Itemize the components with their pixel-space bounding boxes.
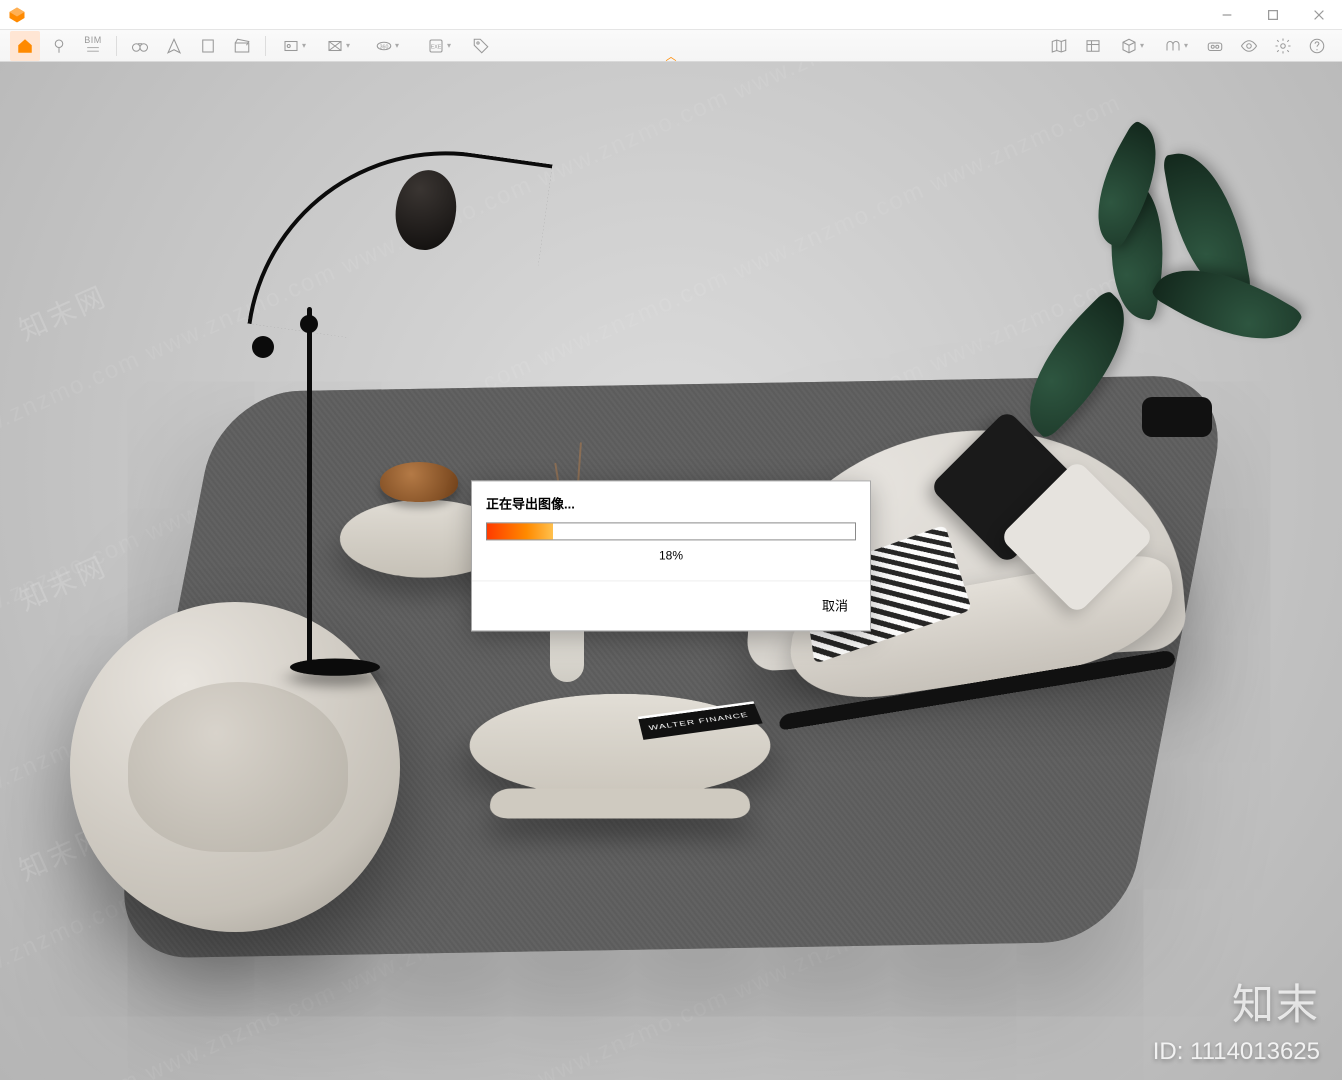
window-close-button[interactable] — [1296, 0, 1342, 30]
arches-icon — [1164, 37, 1182, 55]
progress-bar — [486, 522, 856, 540]
tag-icon — [472, 37, 490, 55]
chevron-down-icon: ▾ — [447, 41, 451, 50]
chevron-down-icon: ▾ — [302, 41, 306, 50]
map-button[interactable] — [1044, 31, 1074, 61]
help-button[interactable] — [1302, 31, 1332, 61]
compass-icon — [165, 37, 183, 55]
scene-armchair — [70, 602, 400, 932]
compass-button[interactable] — [159, 31, 189, 61]
scene-lamp-counterweight — [252, 336, 274, 358]
scene-lamp-joint — [300, 315, 318, 333]
home-button[interactable] — [10, 31, 40, 61]
binoculars-icon — [131, 37, 149, 55]
model-a-icon — [282, 37, 300, 55]
progress-percent-label: 18% — [472, 548, 870, 562]
help-icon — [1308, 37, 1326, 55]
scene-lamp-base — [289, 659, 381, 676]
bim-button[interactable]: BIM — [78, 31, 108, 61]
window-titlebar — [0, 0, 1342, 30]
model-a-button[interactable]: ▾ — [274, 31, 314, 61]
chevron-down-icon: ▾ — [395, 41, 399, 50]
watermark-brand: 知末 — [1232, 971, 1320, 1032]
vr-button[interactable] — [1200, 31, 1230, 61]
pin-icon — [50, 37, 68, 55]
scene-lamp-arm — [247, 125, 552, 362]
exe-button[interactable]: EXE ▾ — [416, 31, 462, 61]
tag-button[interactable] — [466, 31, 496, 61]
scene-bowl — [380, 462, 458, 502]
main-toolbar: BIM ▾ ▾ 360 ▾ EXE — [0, 30, 1342, 62]
settings-button[interactable] — [1268, 31, 1298, 61]
vr-headset-icon — [1206, 37, 1224, 55]
svg-text:360: 360 — [380, 44, 389, 50]
toolbar-separator — [265, 36, 266, 56]
bim-icon — [86, 43, 100, 57]
scene-plant-pot — [1142, 397, 1212, 437]
map-icon — [1050, 37, 1068, 55]
pano-360-button[interactable]: 360 ▾ — [362, 31, 412, 61]
app-logo-icon — [8, 6, 26, 24]
render-viewport[interactable]: www.znzmo.com www.znzmo.com www.znzmo.co… — [0, 62, 1342, 1080]
toolbar-left-group: BIM ▾ ▾ 360 ▾ EXE — [10, 31, 496, 61]
export-progress-dialog: 正在导出图像... 18% 取消 — [471, 480, 871, 631]
toolbar-separator — [116, 36, 117, 56]
clapper-icon — [233, 37, 251, 55]
layers-button[interactable] — [1078, 31, 1108, 61]
dialog-title: 正在导出图像... — [472, 481, 870, 522]
settings-gear-icon — [1274, 37, 1292, 55]
watermark-corner: 知末网 — [12, 275, 113, 349]
clapper-button[interactable] — [227, 31, 257, 61]
model-b-icon — [326, 37, 344, 55]
home-icon — [16, 37, 34, 55]
scene-plant — [982, 162, 1272, 442]
cube-icon — [1120, 37, 1138, 55]
progress-fill — [487, 523, 553, 539]
exe-icon: EXE — [427, 37, 445, 55]
chevron-down-icon: ▾ — [346, 41, 350, 50]
titlebar-left — [8, 6, 26, 24]
pano-360-icon: 360 — [375, 37, 393, 55]
visibility-icon — [1240, 37, 1258, 55]
window-maximize-button[interactable] — [1250, 0, 1296, 30]
watermark-corner: 知末网 — [12, 545, 113, 619]
svg-text:EXE: EXE — [431, 44, 442, 50]
window-controls — [1204, 0, 1342, 30]
chevron-down-icon: ▾ — [1184, 41, 1188, 50]
binoculars-button[interactable] — [125, 31, 155, 61]
dialog-actions: 取消 — [472, 580, 870, 630]
toolbar-right-group: ▾ ▾ — [1044, 31, 1332, 61]
cancel-button[interactable]: 取消 — [816, 591, 854, 618]
layers-icon — [1084, 37, 1102, 55]
pin-button[interactable] — [44, 31, 74, 61]
building-icon — [199, 37, 217, 55]
building-button[interactable] — [193, 31, 223, 61]
visibility-button[interactable] — [1234, 31, 1264, 61]
scene-lamp-pole — [307, 307, 312, 667]
arches-button[interactable]: ▾ — [1156, 31, 1196, 61]
window-minimize-button[interactable] — [1204, 0, 1250, 30]
cube-button[interactable]: ▾ — [1112, 31, 1152, 61]
model-b-button[interactable]: ▾ — [318, 31, 358, 61]
chevron-down-icon: ▾ — [1140, 41, 1144, 50]
watermark-id: ID: 1114013625 — [1153, 1038, 1320, 1066]
